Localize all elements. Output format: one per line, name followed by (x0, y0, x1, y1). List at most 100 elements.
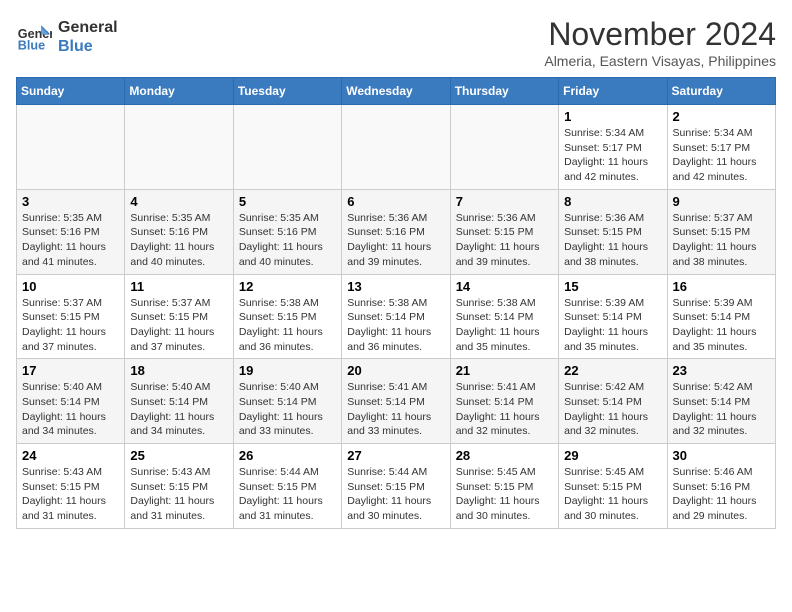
day-info: Sunrise: 5:42 AMSunset: 5:14 PMDaylight:… (564, 380, 661, 439)
day-number: 27 (347, 448, 444, 463)
day-cell: 30 Sunrise: 5:46 AMSunset: 5:16 PMDayligh… (667, 444, 775, 529)
day-info: Sunrise: 5:38 AMSunset: 5:14 PMDaylight:… (347, 296, 444, 355)
day-info: Sunrise: 5:40 AMSunset: 5:14 PMDaylight:… (130, 380, 227, 439)
day-info: Sunrise: 5:41 AMSunset: 5:14 PMDaylight:… (347, 380, 444, 439)
day-cell (450, 105, 558, 190)
day-info: Sunrise: 5:35 AMSunset: 5:16 PMDaylight:… (22, 211, 119, 270)
day-info: Sunrise: 5:34 AMSunset: 5:17 PMDaylight:… (673, 126, 770, 185)
day-cell: 11Sunrise: 5:37 AMSunset: 5:15 PMDayligh… (125, 274, 233, 359)
day-number: 19 (239, 363, 336, 378)
day-number: 9 (673, 194, 770, 209)
day-cell: 3Sunrise: 5:35 AMSunset: 5:16 PMDaylight… (17, 189, 125, 274)
day-number: 8 (564, 194, 661, 209)
day-info: Sunrise: 5:35 AMSunset: 5:16 PMDaylight:… (130, 211, 227, 270)
logo-general: General (58, 18, 118, 37)
day-info: Sunrise: 5:36 AMSunset: 5:16 PMDaylight:… (347, 211, 444, 270)
day-cell: 9 Sunrise: 5:37 AMSunset: 5:15 PMDaylight… (667, 189, 775, 274)
day-cell: 5 Sunrise: 5:35 AMSunset: 5:16 PMDaylight… (233, 189, 341, 274)
header-day-tuesday: Tuesday (233, 78, 341, 105)
day-cell: 1Sunrise: 5:34 AMSunset: 5:17 PMDaylight… (559, 105, 667, 190)
day-number: 18 (130, 363, 227, 378)
day-info: Sunrise: 5:39 AMSunset: 5:14 PMDaylight:… (673, 296, 770, 355)
day-number: 10 (22, 279, 119, 294)
day-number: 25 (130, 448, 227, 463)
day-cell: 18 Sunrise: 5:40 AMSunset: 5:14 PMDayligh… (125, 359, 233, 444)
day-number: 5 (239, 194, 336, 209)
day-number: 29 (564, 448, 661, 463)
day-cell: 29Sunrise: 5:45 AMSunset: 5:15 PMDayligh… (559, 444, 667, 529)
day-info: Sunrise: 5:42 AMSunset: 5:14 PMDaylight:… (673, 380, 770, 439)
header-day-saturday: Saturday (667, 78, 775, 105)
day-info: Sunrise: 5:41 AMSunset: 5:14 PMDaylight:… (456, 380, 553, 439)
day-number: 20 (347, 363, 444, 378)
day-info: Sunrise: 5:37 AMSunset: 5:15 PMDaylight:… (673, 211, 770, 270)
day-number: 22 (564, 363, 661, 378)
day-cell: 10 Sunrise: 5:37 AMSunset: 5:15 PMDayligh… (17, 274, 125, 359)
day-number: 28 (456, 448, 553, 463)
day-cell: 2Sunrise: 5:34 AMSunset: 5:17 PMDaylight… (667, 105, 775, 190)
day-number: 17 (22, 363, 119, 378)
day-cell: 16 Sunrise: 5:39 AMSunset: 5:14 PMDayligh… (667, 274, 775, 359)
day-number: 15 (564, 279, 661, 294)
day-number: 13 (347, 279, 444, 294)
day-number: 26 (239, 448, 336, 463)
day-info: Sunrise: 5:43 AMSunset: 5:15 PMDaylight:… (130, 465, 227, 524)
logo: General Blue General Blue (16, 16, 118, 56)
day-cell (342, 105, 450, 190)
calendar-header: SundayMondayTuesdayWednesdayThursdayFrid… (17, 78, 776, 105)
day-info: Sunrise: 5:44 AMSunset: 5:15 PMDaylight:… (347, 465, 444, 524)
day-cell: 20 Sunrise: 5:41 AMSunset: 5:14 PMDayligh… (342, 359, 450, 444)
day-info: Sunrise: 5:44 AMSunset: 5:15 PMDaylight:… (239, 465, 336, 524)
day-info: Sunrise: 5:35 AMSunset: 5:16 PMDaylight:… (239, 211, 336, 270)
week-row-5: 24 Sunrise: 5:43 AMSunset: 5:15 PMDayligh… (17, 444, 776, 529)
day-cell: 14 Sunrise: 5:38 AMSunset: 5:14 PMDayligh… (450, 274, 558, 359)
week-row-1: 1 Sunrise: 5:34 AMSunset: 5:17 PMDaylight… (17, 105, 776, 190)
header-day-thursday: Thursday (450, 78, 558, 105)
day-number: 24 (22, 448, 119, 463)
calendar-body: 1 Sunrise: 5:34 AMSunset: 5:17 PMDaylight… (17, 105, 776, 529)
day-number: 7 (456, 194, 553, 209)
day-cell: 27 Sunrise: 5:44 AMSunset: 5:15 PMDayligh… (342, 444, 450, 529)
location: Almeria, Eastern Visayas, Philippines (544, 53, 776, 69)
day-info: Sunrise: 5:38 AMSunset: 5:14 PMDaylight:… (456, 296, 553, 355)
day-number: 14 (456, 279, 553, 294)
header-row: SundayMondayTuesdayWednesdayThursdayFrid… (17, 78, 776, 105)
calendar-table: SundayMondayTuesdayWednesdayThursdayFrid… (16, 77, 776, 529)
header-day-wednesday: Wednesday (342, 78, 450, 105)
day-number: 23 (673, 363, 770, 378)
day-info: Sunrise: 5:40 AMSunset: 5:14 PMDaylight:… (239, 380, 336, 439)
day-cell: 22 Sunrise: 5:42 AMSunset: 5:14 PMDayligh… (559, 359, 667, 444)
page-header: General Blue General Blue November 2024 … (16, 16, 776, 69)
day-info: Sunrise: 5:46 AMSunset: 5:16 PMDaylight:… (673, 465, 770, 524)
day-number: 30 (673, 448, 770, 463)
header-day-friday: Friday (559, 78, 667, 105)
day-number: 16 (673, 279, 770, 294)
day-cell: 19 Sunrise: 5:40 AMSunset: 5:14 PMDayligh… (233, 359, 341, 444)
title-block: November 2024 Almeria, Eastern Visayas, … (544, 16, 776, 69)
day-cell (125, 105, 233, 190)
week-row-4: 17 Sunrise: 5:40 AMSunset: 5:14 PMDayligh… (17, 359, 776, 444)
day-info: Sunrise: 5:40 AMSunset: 5:14 PMDaylight:… (22, 380, 119, 439)
day-cell: 7 Sunrise: 5:36 AMSunset: 5:15 PMDaylight… (450, 189, 558, 274)
day-cell: 13 Sunrise: 5:38 AMSunset: 5:14 PMDayligh… (342, 274, 450, 359)
logo-blue: Blue (58, 37, 118, 56)
day-cell: 15Sunrise: 5:39 AMSunset: 5:14 PMDayligh… (559, 274, 667, 359)
day-cell: 25 Sunrise: 5:43 AMSunset: 5:15 PMDayligh… (125, 444, 233, 529)
day-cell (17, 105, 125, 190)
day-info: Sunrise: 5:36 AMSunset: 5:15 PMDaylight:… (564, 211, 661, 270)
day-number: 12 (239, 279, 336, 294)
week-row-2: 3Sunrise: 5:35 AMSunset: 5:16 PMDaylight… (17, 189, 776, 274)
day-number: 6 (347, 194, 444, 209)
day-cell: 24Sunrise: 5:43 AMSunset: 5:15 PMDayligh… (17, 444, 125, 529)
day-info: Sunrise: 5:36 AMSunset: 5:15 PMDaylight:… (456, 211, 553, 270)
day-cell: 17 Sunrise: 5:40 AMSunset: 5:14 PMDayligh… (17, 359, 125, 444)
day-info: Sunrise: 5:45 AMSunset: 5:15 PMDaylight:… (456, 465, 553, 524)
header-day-sunday: Sunday (17, 78, 125, 105)
day-cell: 4Sunrise: 5:35 AMSunset: 5:16 PMDaylight… (125, 189, 233, 274)
day-number: 1 (564, 109, 661, 124)
day-info: Sunrise: 5:37 AMSunset: 5:15 PMDaylight:… (22, 296, 119, 355)
day-cell: 21Sunrise: 5:41 AMSunset: 5:14 PMDayligh… (450, 359, 558, 444)
header-day-monday: Monday (125, 78, 233, 105)
day-cell: 26 Sunrise: 5:44 AMSunset: 5:15 PMDayligh… (233, 444, 341, 529)
month-title: November 2024 (544, 16, 776, 53)
